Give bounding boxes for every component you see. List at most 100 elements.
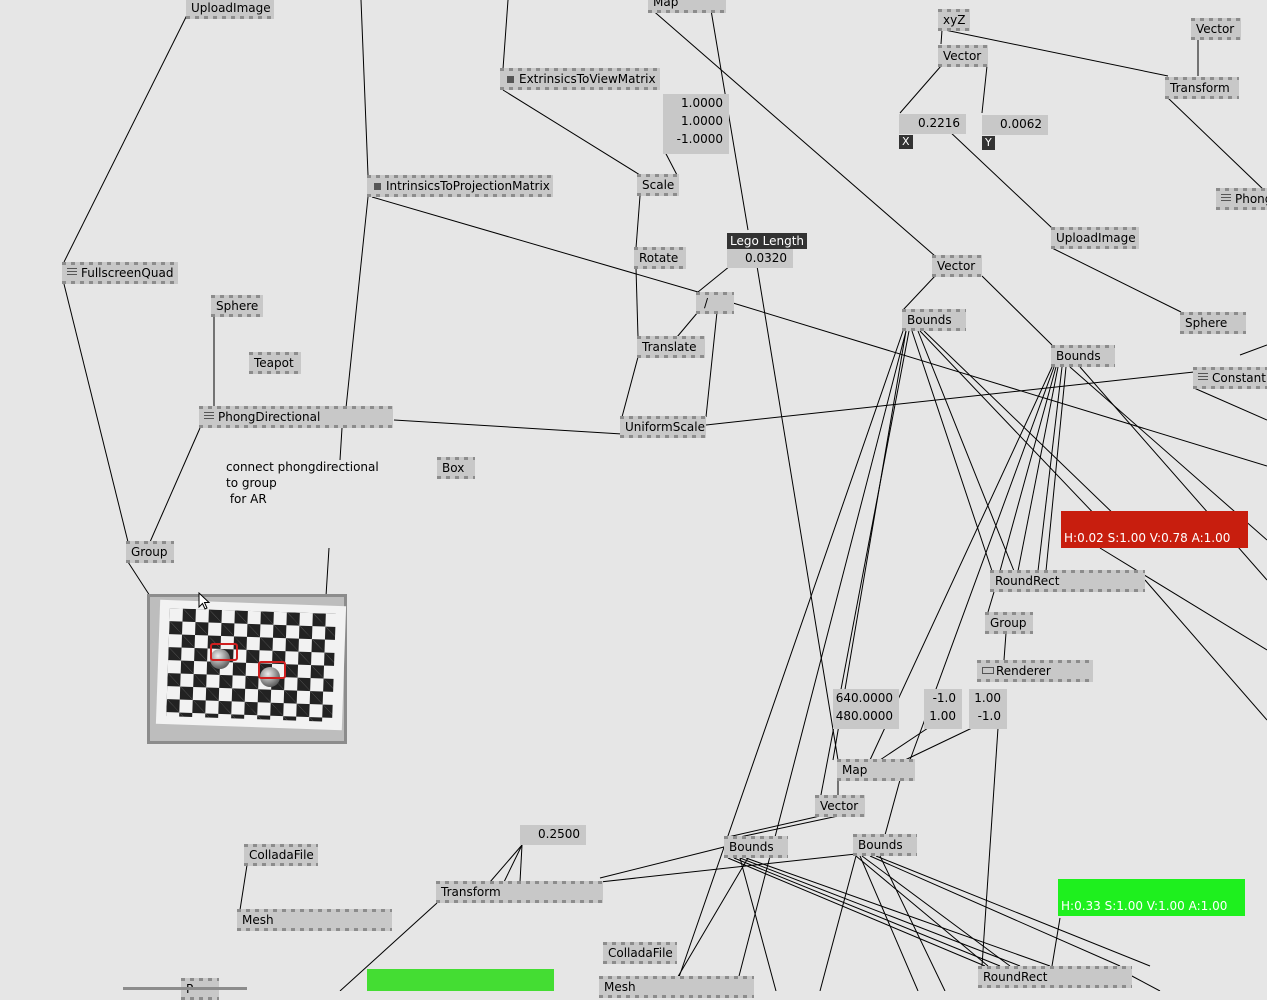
- node-label: Vector: [937, 259, 976, 273]
- node-label: FullscreenQuad: [81, 266, 174, 280]
- xyz-node[interactable]: xyZ: [938, 9, 970, 31]
- node-label: Group: [131, 545, 168, 559]
- range-value-a[interactable]: -1.0 1.00: [924, 689, 962, 729]
- vector-node[interactable]: Vector: [815, 795, 865, 817]
- checkerboard-cells: [166, 608, 336, 722]
- swatch-label: H:0.33 S:1.00 V:1.00 A:1.00: [1061, 899, 1228, 913]
- y-tag: Y: [982, 136, 995, 150]
- bounds-node[interactable]: Bounds: [1051, 345, 1115, 367]
- vector-node[interactable]: Vector: [938, 45, 988, 67]
- uniform-scale-node[interactable]: UniformScale: [620, 416, 706, 438]
- round-rect-node[interactable]: RoundRect: [978, 966, 1132, 988]
- comment-note: connect phongdirectional to group for AR: [226, 460, 379, 506]
- box-node[interactable]: Box: [437, 457, 475, 479]
- node-label: Vector: [820, 799, 859, 813]
- constant-node[interactable]: Constant: [1193, 367, 1267, 389]
- node-label: Teapot: [254, 356, 294, 370]
- range-value-b[interactable]: 1.00 -1.0: [969, 689, 1007, 729]
- node-label: Sphere: [216, 299, 259, 313]
- mesh-node[interactable]: Mesh: [237, 909, 392, 931]
- node-label: Rotate: [639, 251, 679, 265]
- menu-lines-icon: [67, 268, 77, 277]
- sphere-node[interactable]: Sphere: [211, 295, 263, 317]
- node-label: Scale: [642, 178, 675, 192]
- vector-node[interactable]: Vector: [1191, 18, 1241, 40]
- node-label: Bounds: [858, 838, 903, 852]
- group-node[interactable]: Group: [985, 612, 1033, 634]
- group-node[interactable]: Group: [126, 541, 174, 563]
- node-label: PhongDirectional: [218, 410, 321, 424]
- window-icon: [982, 667, 994, 674]
- fullscreen-quad-node[interactable]: FullscreenQuad: [62, 262, 178, 284]
- extrinsics-to-view-matrix-node[interactable]: ExtrinsicsToViewMatrix: [500, 68, 660, 90]
- node-label: Sphere: [1185, 316, 1228, 330]
- node-label: Group: [990, 616, 1027, 630]
- rotate-node[interactable]: Rotate: [634, 247, 686, 269]
- color-swatch-green[interactable]: H:0.33 S:1.00 V:1.00 A:1.00: [1058, 879, 1245, 916]
- upload-image-node[interactable]: UploadImage: [1051, 227, 1139, 249]
- transform-node[interactable]: Transform: [436, 881, 603, 903]
- scale-node[interactable]: Scale: [637, 174, 679, 196]
- map-node[interactable]: Map: [648, 0, 726, 13]
- square-port-icon: [507, 76, 514, 83]
- color-swatch-strip[interactable]: [367, 969, 554, 991]
- divide-node[interactable]: /: [696, 292, 734, 314]
- bounds-node[interactable]: Bounds: [853, 834, 917, 856]
- node-label: Map: [653, 0, 679, 9]
- vector-node[interactable]: Vector: [932, 255, 982, 277]
- node-label: Bounds: [907, 313, 952, 327]
- menu-lines-icon: [1198, 373, 1208, 382]
- marker-outline: [258, 661, 286, 679]
- node-label: /: [704, 296, 709, 310]
- collada-file-node[interactable]: ColladaFile: [603, 942, 677, 964]
- menu-lines-icon: [1221, 194, 1231, 203]
- node-label: UploadImage: [1056, 231, 1136, 245]
- node-label: Translate: [642, 340, 697, 354]
- node-label: Bounds: [729, 840, 774, 854]
- collada-file-node[interactable]: ColladaFile: [244, 844, 318, 866]
- upload-image-node[interactable]: UploadImage: [186, 0, 274, 19]
- node-label: Box: [442, 461, 465, 475]
- node-label: Renderer: [996, 664, 1051, 678]
- node-label: Mesh: [604, 980, 636, 994]
- node-label: Map: [842, 763, 868, 777]
- round-rect-node[interactable]: RoundRect: [990, 570, 1145, 592]
- node-label: Bounds: [1056, 349, 1101, 363]
- x-tag: X: [899, 135, 913, 149]
- video-preview[interactable]: [147, 594, 347, 744]
- mesh-node[interactable]: Mesh: [599, 976, 754, 998]
- node-label: ExtrinsicsToViewMatrix: [519, 72, 656, 86]
- scale-value[interactable]: 0.2500: [520, 825, 586, 845]
- transform-node[interactable]: Transform: [1165, 77, 1239, 99]
- partial-node-port-bar: [123, 987, 247, 990]
- translate-node[interactable]: Translate: [637, 336, 705, 358]
- map-node[interactable]: Map: [837, 759, 915, 781]
- intrinsics-to-projection-matrix-node[interactable]: IntrinsicsToProjectionMatrix: [367, 175, 553, 197]
- x-value[interactable]: 0.2216: [899, 114, 966, 134]
- y-value[interactable]: 0.0062: [982, 115, 1048, 135]
- bounds-node[interactable]: Bounds: [902, 309, 966, 331]
- renderer-node[interactable]: Renderer: [977, 660, 1093, 682]
- sphere-node[interactable]: Sphere: [1180, 312, 1246, 334]
- teapot-node[interactable]: Teapot: [249, 352, 301, 374]
- node-label: Vector: [943, 49, 982, 63]
- node-label: UniformScale: [625, 420, 705, 434]
- node-label: IntrinsicsToProjectionMatrix: [386, 179, 550, 193]
- phong-directional-node[interactable]: PhongDirectional: [199, 406, 393, 428]
- menu-lines-icon: [204, 412, 214, 421]
- swatch-label: H:0.02 S:1.00 V:0.78 A:1.00: [1064, 531, 1231, 545]
- bounds-node[interactable]: Bounds: [724, 836, 788, 858]
- node-label: ColladaFile: [249, 848, 314, 862]
- node-label: Vector: [1196, 22, 1235, 36]
- patch-cables: [63, 0, 1267, 991]
- lego-length-value[interactable]: 0.0320: [727, 249, 793, 268]
- node-label: RoundRect: [995, 574, 1060, 588]
- color-swatch-red[interactable]: H:0.02 S:1.00 V:0.78 A:1.00: [1061, 511, 1248, 548]
- matrix-vector-value[interactable]: 1.0000 1.0000 -1.0000: [663, 94, 729, 154]
- phong-node[interactable]: Phong: [1216, 188, 1267, 210]
- lego-length-label: Lego Length: [727, 233, 808, 249]
- node-label: xyZ: [943, 13, 966, 27]
- mouse-cursor-icon: [198, 592, 211, 610]
- resolution-value[interactable]: 640.0000 480.0000: [833, 689, 899, 729]
- node-label: ColladaFile: [608, 946, 673, 960]
